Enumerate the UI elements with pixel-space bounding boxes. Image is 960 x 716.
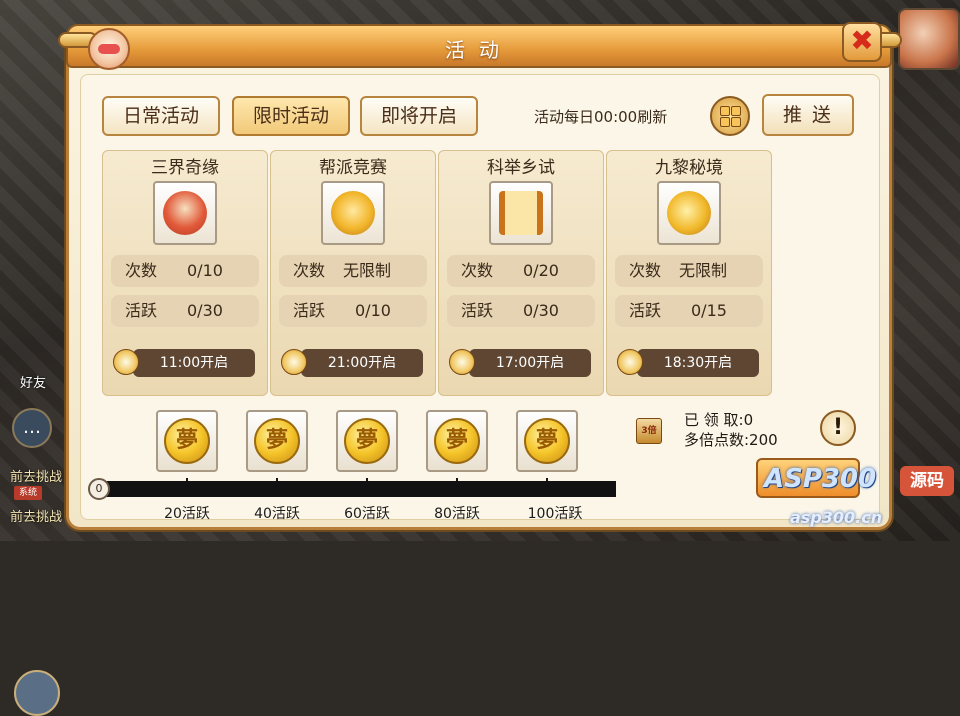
active-row: 活跃 0/10	[279, 295, 427, 327]
count-row: 次数 无限制	[279, 255, 427, 287]
reward-chest-60[interactable]: 夢	[336, 410, 398, 472]
watermark-tag: 源码	[900, 466, 954, 496]
milestone-label: 60活跃	[344, 506, 390, 522]
friend-label: 好友	[20, 376, 47, 391]
bowl-icon[interactable]	[153, 181, 217, 245]
watermark-brand: ASP300	[764, 464, 877, 494]
card-title: 帮派竞赛	[319, 158, 387, 178]
chat-bubble-icon[interactable]: …	[12, 408, 52, 448]
clock-icon	[113, 349, 139, 375]
milestone-label: 80活跃	[434, 506, 480, 522]
challenge-link-2[interactable]: 前去挑战	[10, 506, 62, 525]
close-button[interactable]: ✖	[842, 22, 882, 62]
window-title-bar: 活动	[66, 24, 892, 68]
grid-icon	[720, 106, 730, 116]
friend-avatar-button[interactable]	[14, 670, 60, 716]
clock-icon	[617, 349, 643, 375]
milestone-label: 40活跃	[254, 506, 300, 522]
challenge-link-1[interactable]: 前去挑战	[10, 466, 62, 485]
scroll-icon[interactable]	[489, 181, 553, 245]
grid-menu-button[interactable]	[710, 96, 750, 136]
claimed-count: 已 领 取:0	[684, 411, 754, 429]
activity-card[interactable]: 三界奇缘 次数 0/10 活跃 0/30 11:00开启	[102, 150, 268, 396]
window-title: 活动	[445, 38, 513, 62]
count-row: 次数 无限制	[615, 255, 763, 287]
active-row: 活跃 0/30	[447, 295, 595, 327]
coin-icon: 夢	[434, 418, 480, 464]
right-side-panel	[884, 0, 960, 541]
refresh-notice: 活动每日00:00刷新	[534, 108, 668, 126]
reward-chest-20[interactable]: 夢	[156, 410, 218, 472]
activity-card[interactable]: 科举乡试 次数 0/20 活跃 0/30 17:00开启	[438, 150, 604, 396]
coin-icon: 夢	[254, 418, 300, 464]
reward-chest-80[interactable]: 夢	[426, 410, 488, 472]
active-row: 活跃 0/30	[111, 295, 259, 327]
reward-chest-100[interactable]: 夢	[516, 410, 578, 472]
milestone-label: 100活跃	[527, 506, 583, 522]
coin-icon: 夢	[344, 418, 390, 464]
progress-start-marker: 0	[88, 478, 110, 500]
coin-icon: 夢	[524, 418, 570, 464]
count-row: 次数 0/10	[111, 255, 259, 287]
tab-limited[interactable]: 限时活动	[232, 96, 350, 136]
activity-progress-bar	[104, 481, 616, 497]
activity-card[interactable]: 九黎秘境 次数 无限制 活跃 0/15 18:30开启	[606, 150, 772, 396]
system-badge: 系统	[14, 486, 42, 500]
multiplier-badge-icon: 3倍	[636, 418, 662, 444]
clock-icon	[449, 349, 475, 375]
count-row: 次数 0/20	[447, 255, 595, 287]
card-title: 科举乡试	[487, 158, 555, 178]
card-title: 九黎秘境	[655, 158, 723, 178]
open-time: 11:00开启	[113, 347, 259, 379]
multiplier-points: 多倍点数:200	[684, 431, 778, 449]
watermark-url: asp300.cn	[790, 508, 883, 527]
card-title: 三界奇缘	[151, 158, 219, 178]
push-button[interactable]: 推送	[762, 94, 854, 136]
mascot-icon	[88, 28, 130, 70]
coin-icon: 夢	[164, 418, 210, 464]
gift-pouch-icon[interactable]	[321, 181, 385, 245]
milestone-label: 20活跃	[164, 506, 210, 522]
clock-icon	[281, 349, 307, 375]
reward-chest-40[interactable]: 夢	[246, 410, 308, 472]
hero-portrait[interactable]	[898, 8, 960, 70]
activity-card[interactable]: 帮派竞赛 次数 无限制 活跃 0/10 21:00开启	[270, 150, 436, 396]
tab-daily[interactable]: 日常活动	[102, 96, 220, 136]
golden-ornament-icon[interactable]	[657, 181, 721, 245]
tab-upcoming[interactable]: 即将开启	[360, 96, 478, 136]
open-time: 17:00开启	[449, 347, 595, 379]
open-time: 21:00开启	[281, 347, 427, 379]
info-button[interactable]: !	[820, 410, 856, 446]
open-time: 18:30开启	[617, 347, 763, 379]
active-row: 活跃 0/15	[615, 295, 763, 327]
